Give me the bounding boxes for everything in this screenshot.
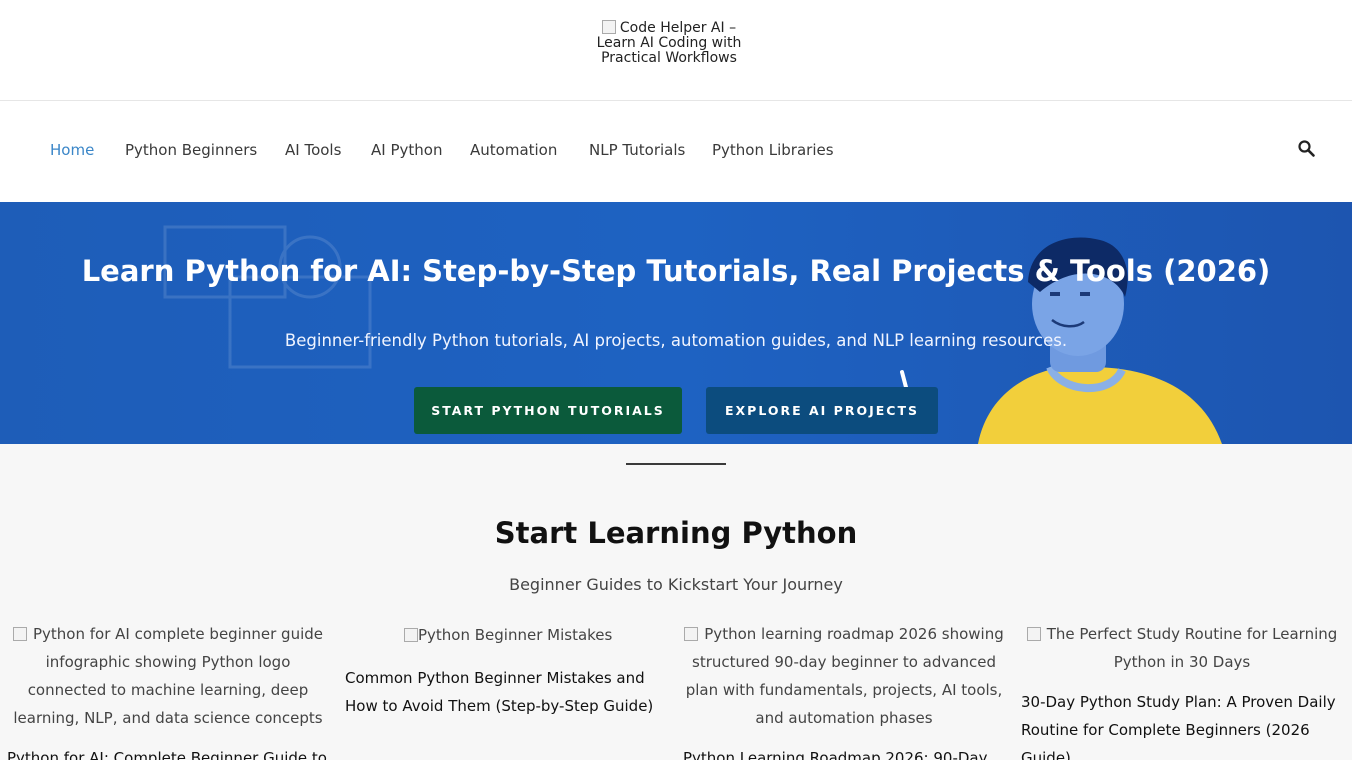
site-logo[interactable]: Code Helper AI – Learn AI Coding with Pr… [594, 20, 744, 66]
broken-image-icon [1026, 627, 1041, 641]
article-image[interactable]: Python Beginner Mistakes [345, 621, 667, 649]
article-card: Python for AI complete beginner guide in… [7, 620, 329, 760]
article-title-link[interactable]: Python Learning Roadmap 2026: 90-Day [683, 744, 1005, 760]
hero-subtitle: Beginner-friendly Python tutorials, AI p… [284, 331, 1068, 350]
article-image[interactable]: Python for AI complete beginner guide in… [7, 620, 329, 732]
site-header: Code Helper AI – Learn AI Coding with Pr… [0, 0, 1352, 101]
hero-title: Learn Python for AI: Step-by-Step Tutori… [81, 254, 1271, 288]
broken-image-icon [684, 627, 699, 641]
hero-background-diagram [163, 225, 372, 369]
nav-item-home[interactable]: Home [50, 141, 94, 159]
nav-item-python-libraries[interactable]: Python Libraries [712, 141, 834, 159]
broken-image-icon [404, 628, 418, 642]
article-card: Python learning roadmap 2026 showing str… [683, 620, 1005, 760]
search-button[interactable] [1297, 139, 1319, 161]
search-icon [1298, 140, 1315, 157]
explore-ai-projects-button[interactable]: EXPLORE AI PROJECTS [706, 387, 938, 434]
nav-item-automation[interactable]: Automation [470, 141, 557, 159]
image-alt-text: Python for AI complete beginner guide in… [13, 625, 323, 727]
article-title-link[interactable]: Python for AI: Complete Beginner Guide t… [7, 744, 329, 760]
nav-item-ai-tools[interactable]: AI Tools [285, 141, 341, 159]
nav-item-ai-python[interactable]: AI Python [371, 141, 442, 159]
section-divider [626, 463, 726, 465]
article-title-link[interactable]: Common Python Beginner Mistakes and How … [345, 664, 667, 720]
article-card: Python Beginner Mistakes Common Python B… [345, 621, 667, 720]
broken-image-icon [601, 20, 616, 34]
article-image[interactable]: Python learning roadmap 2026 showing str… [683, 620, 1005, 732]
section-subtitle: Beginner Guides to Kickstart Your Journe… [509, 575, 843, 594]
article-image[interactable]: The Perfect Study Routine for Learning P… [1021, 620, 1343, 676]
nav-item-nlp-tutorials[interactable]: NLP Tutorials [589, 141, 685, 159]
image-alt-text: The Perfect Study Routine for Learning P… [1046, 625, 1338, 671]
image-alt-text: Python Beginner Mistakes [418, 626, 613, 644]
nav-item-python-beginners[interactable]: Python Beginners [125, 141, 257, 159]
section-title: Start Learning Python [494, 516, 858, 550]
article-title-link[interactable]: 30-Day Python Study Plan: A Proven Daily… [1021, 688, 1343, 760]
start-python-tutorials-button[interactable]: START PYTHON TUTORIALS [414, 387, 682, 434]
image-alt-text: Python learning roadmap 2026 showing str… [685, 625, 1004, 727]
hero-banner: Learn Python for AI: Step-by-Step Tutori… [0, 202, 1352, 444]
logo-alt-text: Code Helper AI – Learn AI Coding with Pr… [596, 20, 742, 66]
article-card: The Perfect Study Routine for Learning P… [1021, 620, 1343, 760]
broken-image-icon [12, 627, 27, 641]
